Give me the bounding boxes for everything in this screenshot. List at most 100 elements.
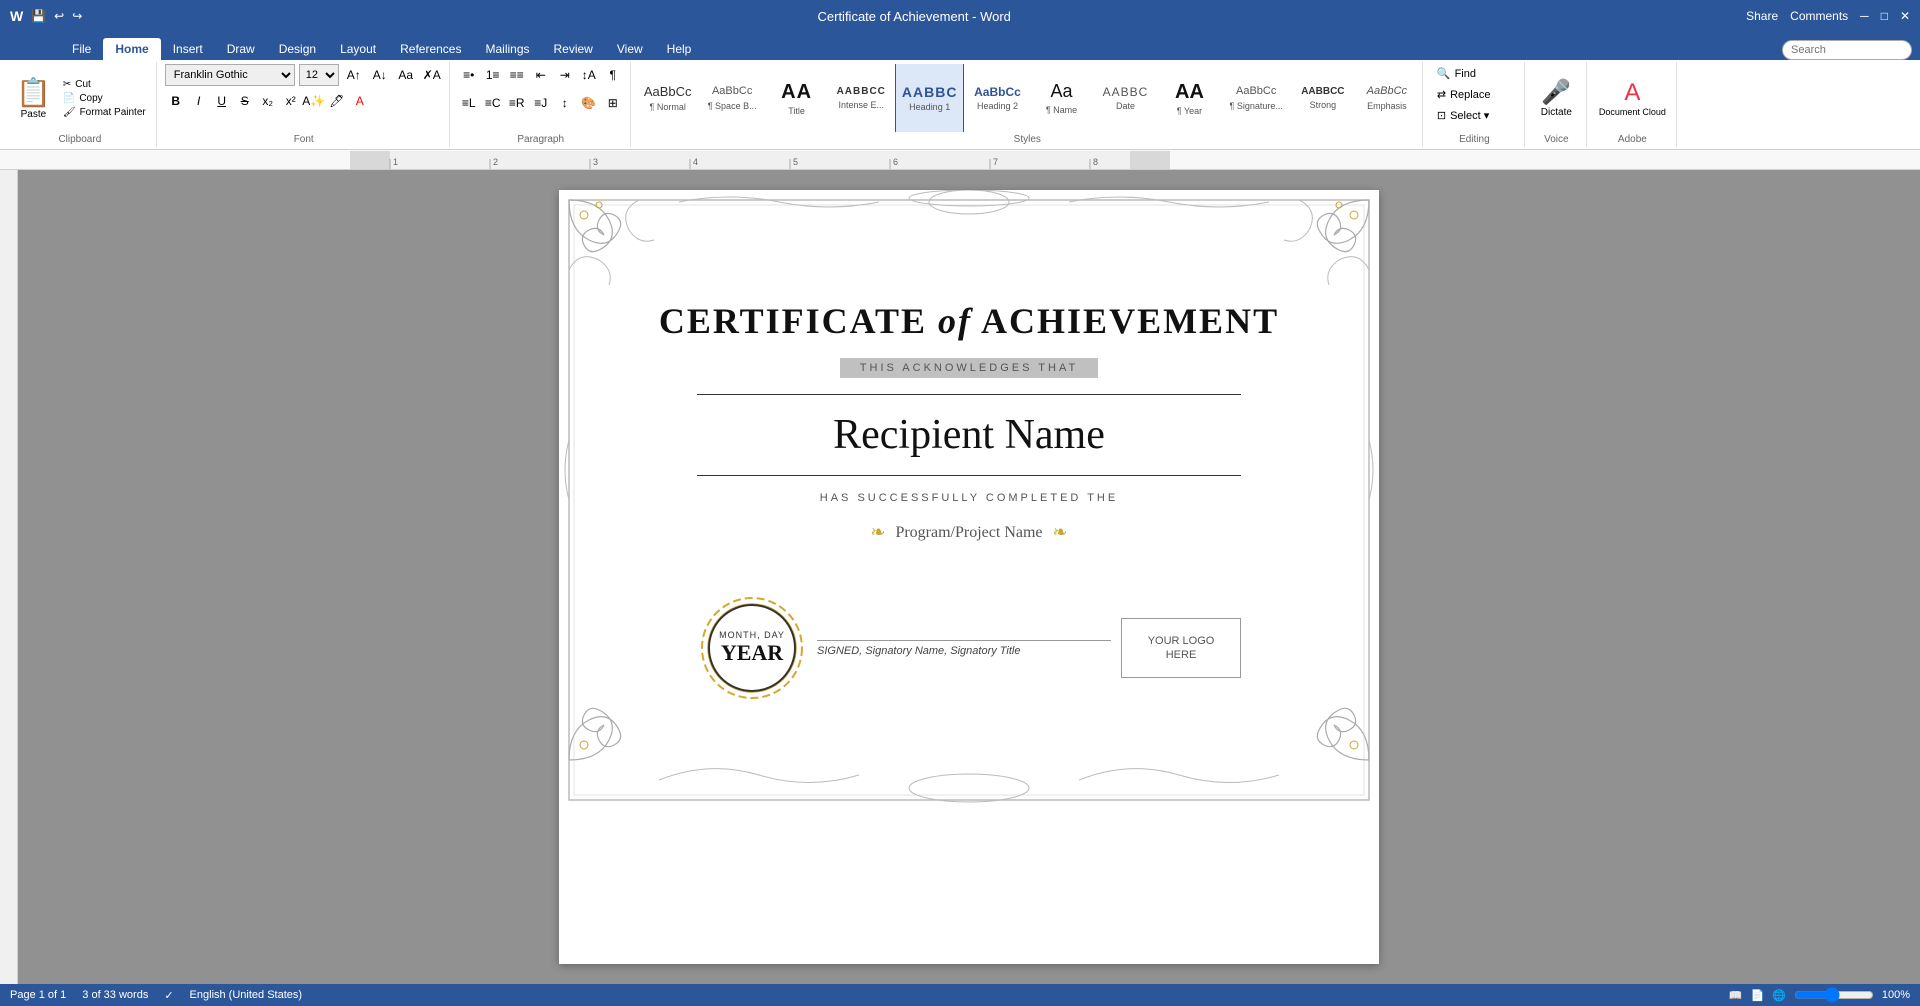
tab-view[interactable]: View <box>605 38 655 60</box>
style-intense-e[interactable]: AABBCC Intense E... <box>830 64 893 132</box>
change-case-button[interactable]: Aa <box>395 64 417 86</box>
strikethrough-button[interactable]: S <box>234 90 256 112</box>
font-row1: Franklin Gothic 12 A↑ A↓ Aa ✗A <box>165 64 443 86</box>
subscript-button[interactable]: x₂ <box>257 90 279 112</box>
tab-help[interactable]: Help <box>655 38 704 60</box>
certificate-page[interactable]: CERTIFICATE of ACHIEVEMENT THIS ACKNOWLE… <box>559 190 1379 964</box>
font-family-dropdown[interactable]: Franklin Gothic <box>165 64 295 86</box>
certificate-bottom: MONTH, DAY YEAR SIGNED, Signatory Name, … <box>697 593 1241 703</box>
text-highlight-button[interactable]: 🖊 <box>326 90 348 112</box>
tab-file[interactable]: File <box>60 38 103 60</box>
replace-button[interactable]: ⇄ Replace <box>1431 85 1497 104</box>
underline-button[interactable]: U <box>211 90 233 112</box>
decrease-indent-button[interactable]: ⇤ <box>530 64 552 86</box>
justify-button[interactable]: ≡J <box>530 92 552 114</box>
numbering-button[interactable]: 1≡ <box>482 64 504 86</box>
tab-insert[interactable]: Insert <box>161 38 215 60</box>
document-cloud-button[interactable]: A Document Cloud <box>1595 75 1670 121</box>
style-normal-name: ¶ Normal <box>650 102 686 112</box>
maximize-button[interactable]: □ <box>1881 9 1888 23</box>
web-layout-button[interactable]: 🌐 <box>1772 989 1786 1002</box>
shading-button[interactable]: 🎨 <box>578 92 600 114</box>
main-area: CERTIFICATE of ACHIEVEMENT THIS ACKNOWLE… <box>0 170 1920 984</box>
svg-text:7: 7 <box>993 157 998 167</box>
comments-button[interactable]: Comments <box>1790 9 1848 23</box>
clear-format-button[interactable]: ✗A <box>421 64 443 86</box>
decrease-font-button[interactable]: A↓ <box>369 64 391 86</box>
tab-mailings[interactable]: Mailings <box>473 38 541 60</box>
style-heading2[interactable]: AaBbCc Heading 2 <box>966 64 1028 132</box>
print-layout-button[interactable]: 📄 <box>1750 989 1764 1002</box>
document-canvas[interactable]: CERTIFICATE of ACHIEVEMENT THIS ACKNOWLE… <box>18 170 1920 984</box>
svg-text:4: 4 <box>693 157 698 167</box>
cut-button[interactable]: ✂ Cut <box>59 78 150 91</box>
show-formatting-button[interactable]: ¶ <box>602 64 624 86</box>
quick-access-redo[interactable]: ↪ <box>72 9 82 23</box>
text-effects-button[interactable]: A✨ <box>303 90 325 112</box>
style-space-before-name: ¶ Space B... <box>708 101 757 111</box>
italic-button[interactable]: I <box>188 90 210 112</box>
tab-design[interactable]: Design <box>267 38 328 60</box>
search-input[interactable] <box>1782 40 1912 60</box>
tab-references[interactable]: References <box>388 38 473 60</box>
bold-button[interactable]: B <box>165 90 187 112</box>
close-button[interactable]: ✕ <box>1900 9 1910 23</box>
seal-inner: MONTH, DAY YEAR <box>708 604 796 692</box>
paste-button[interactable]: 📋 Paste <box>10 74 57 122</box>
bullets-button[interactable]: ≡• <box>458 64 480 86</box>
quick-access-undo[interactable]: ↩ <box>54 9 64 23</box>
superscript-button[interactable]: x² <box>280 90 302 112</box>
style-title[interactable]: AA Title <box>766 64 828 132</box>
style-signature[interactable]: AaBbCc ¶ Signature... <box>1222 64 1289 132</box>
style-heading1[interactable]: AABBC Heading 1 <box>895 64 965 132</box>
signature-text: SIGNED, Signatory Name, Signatory Title <box>817 645 1111 657</box>
ribbon-tabs: File Home Insert Draw Design Layout Refe… <box>0 32 1920 60</box>
minimize-button[interactable]: ─ <box>1860 9 1869 23</box>
align-right-button[interactable]: ≡R <box>506 92 528 114</box>
format-painter-icon: 🖌 <box>63 107 76 118</box>
clipboard-small-buttons: ✂ Cut 📄 Copy 🖌 Format Painter <box>59 78 150 119</box>
cert-title-text1: CERTIFICATE <box>659 301 938 341</box>
find-button[interactable]: 🔍 Find <box>1431 64 1482 83</box>
copy-button[interactable]: 📄 Copy <box>59 92 150 105</box>
style-emphasis[interactable]: AaBbCc Emphasis <box>1356 64 1418 132</box>
dictate-button[interactable]: 🎤 Dictate <box>1537 74 1576 122</box>
zoom-slider[interactable] <box>1794 987 1874 1003</box>
tab-layout[interactable]: Layout <box>328 38 388 60</box>
style-space-before[interactable]: AaBbCc ¶ Space B... <box>701 64 764 132</box>
read-mode-button[interactable]: 📖 <box>1729 989 1743 1002</box>
line-spacing-button[interactable]: ↕ <box>554 92 576 114</box>
style-normal[interactable]: AaBbCc ¶ Normal <box>637 64 699 132</box>
select-button[interactable]: ⊡ Select ▾ <box>1431 106 1495 125</box>
spell-check-icon[interactable]: ✓ <box>164 989 173 1002</box>
certificate-recipient[interactable]: Recipient Name <box>833 411 1105 459</box>
tab-home[interactable]: Home <box>103 38 160 60</box>
tab-draw[interactable]: Draw <box>215 38 267 60</box>
font-size-dropdown[interactable]: 12 <box>299 64 339 86</box>
align-left-button[interactable]: ≡L <box>458 92 480 114</box>
style-year[interactable]: AA ¶ Year <box>1158 64 1220 132</box>
certificate-title[interactable]: CERTIFICATE of ACHIEVEMENT <box>659 300 1279 342</box>
certificate-program[interactable]: Program/Project Name <box>895 524 1042 542</box>
style-date[interactable]: AABBC Date <box>1094 64 1156 132</box>
multilevel-list-button[interactable]: ≡≡ <box>506 64 528 86</box>
style-strong[interactable]: AABBCC Strong <box>1292 64 1354 132</box>
increase-indent-button[interactable]: ⇥ <box>554 64 576 86</box>
share-button[interactable]: Share <box>1746 9 1778 23</box>
increase-font-button[interactable]: A↑ <box>343 64 365 86</box>
certificate-logo-box[interactable]: YOUR LOGO HERE <box>1121 618 1241 678</box>
borders-button[interactable]: ⊞ <box>602 92 624 114</box>
quick-access-save[interactable]: 💾 <box>31 9 46 23</box>
clipboard-group-label: Clipboard <box>10 132 150 145</box>
certificate-acknowledges[interactable]: THIS ACKNOWLEDGES THAT <box>840 358 1098 378</box>
font-group-label: Font <box>165 132 443 145</box>
align-center-button[interactable]: ≡C <box>482 92 504 114</box>
sort-button[interactable]: ↕A <box>578 64 600 86</box>
clipboard-group: 📋 Paste ✂ Cut 📄 Copy 🖌 Format Painter Cl… <box>4 62 157 147</box>
style-normal-preview: AaBbCc <box>644 84 692 100</box>
format-painter-button[interactable]: 🖌 Format Painter <box>59 106 150 119</box>
style-name[interactable]: Aa ¶ Name <box>1030 64 1092 132</box>
style-title-preview: AA <box>781 80 812 104</box>
font-color-button[interactable]: A <box>349 90 371 112</box>
tab-review[interactable]: Review <box>542 38 605 60</box>
